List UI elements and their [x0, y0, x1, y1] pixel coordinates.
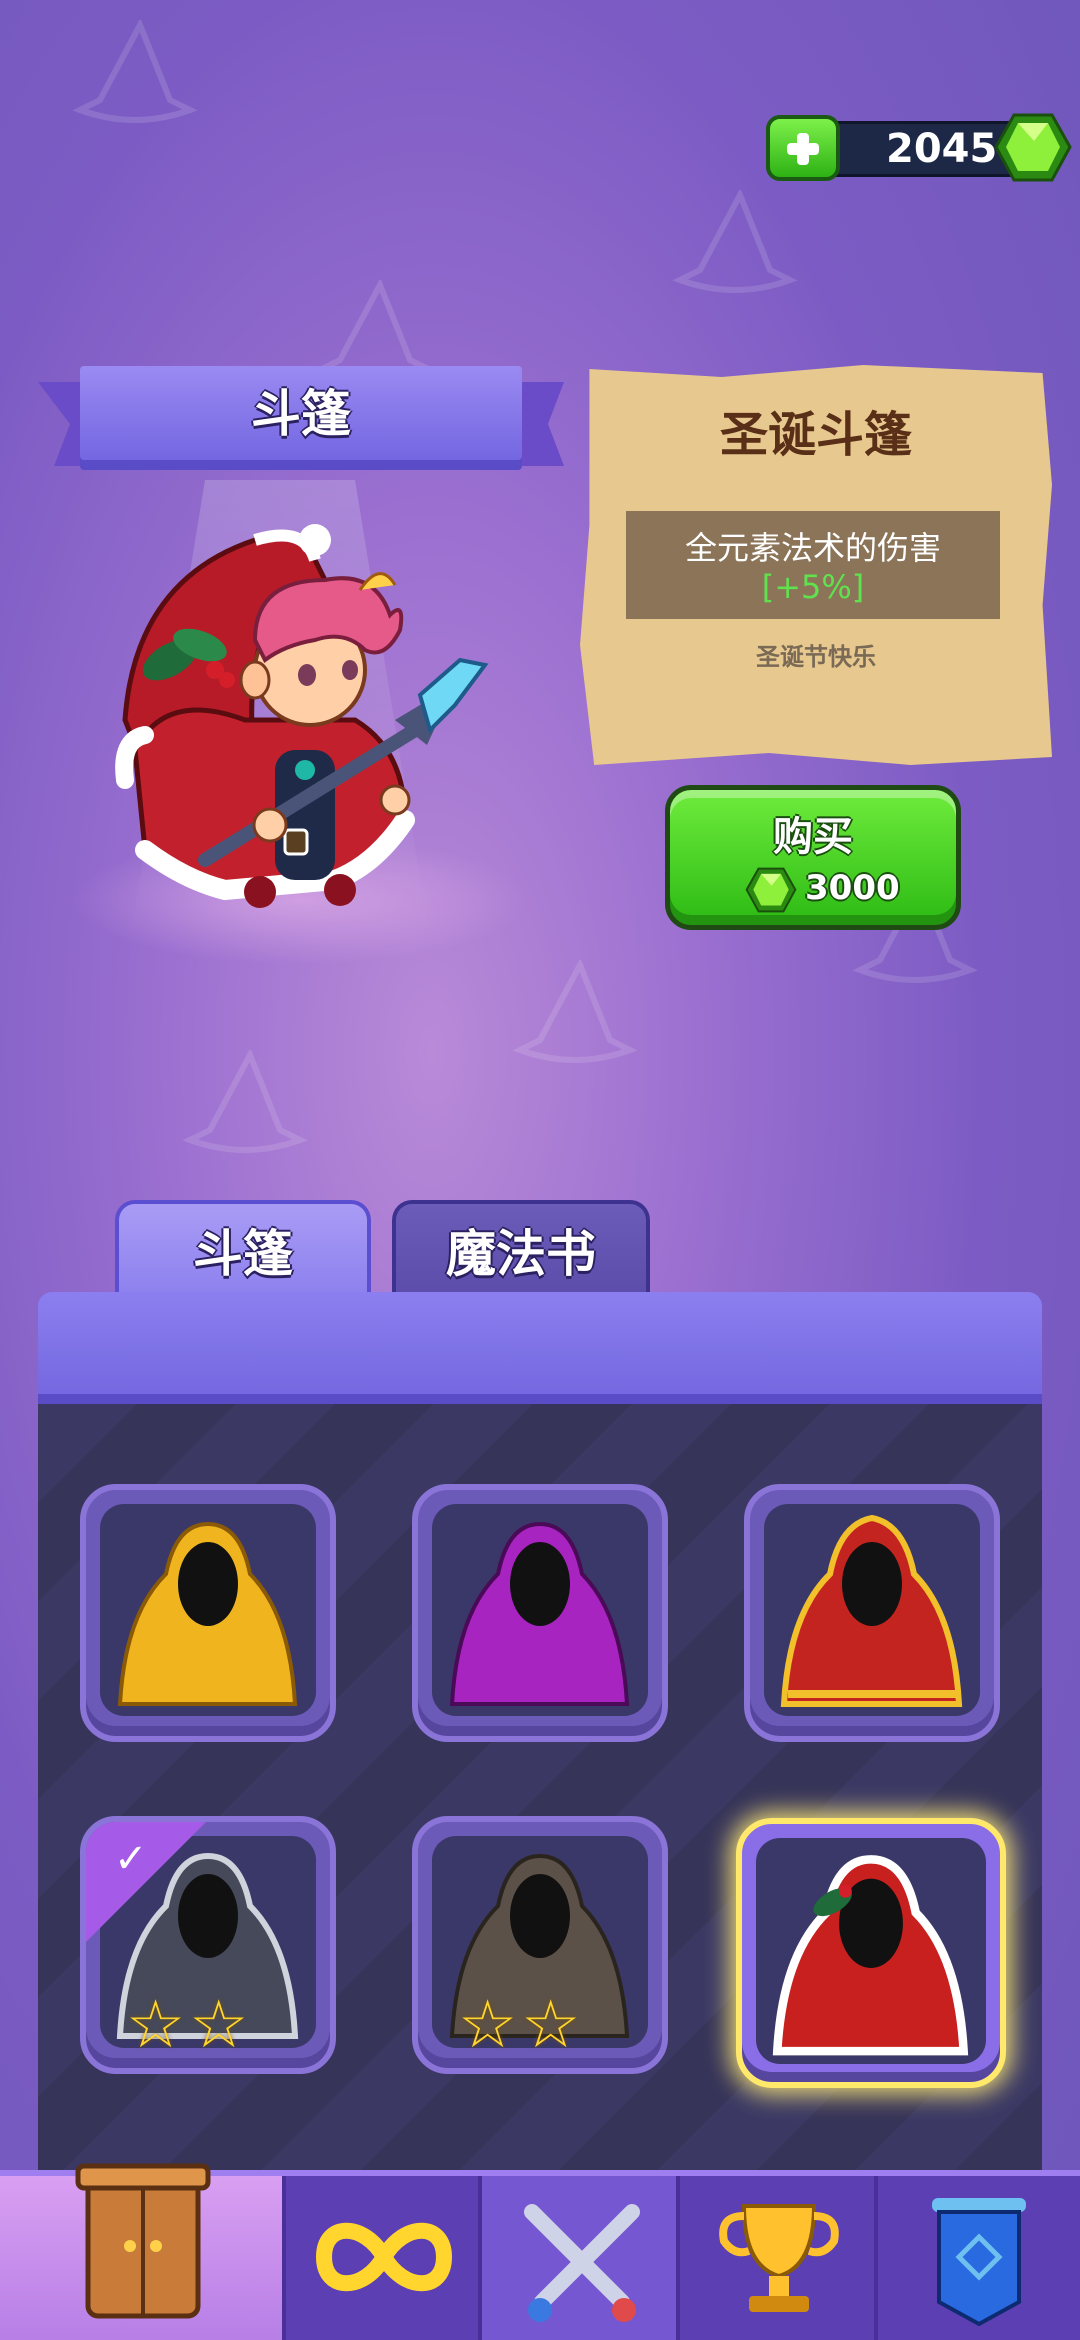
- purple-cloak-icon: [449, 1521, 630, 1706]
- bottom-navigation: [0, 2163, 1080, 2340]
- wardrobe-icon: [75, 2163, 211, 2319]
- cloak-slot-red-gold[interactable]: [744, 1484, 1000, 1742]
- cloak-slot-brown[interactable]: ☆☆: [412, 1816, 668, 2074]
- nav-endless[interactable]: [286, 2176, 482, 2340]
- cloak-slot-christmas[interactable]: [736, 1818, 1006, 2088]
- wizard-character: [115, 524, 489, 908]
- background-hat-icon: [512, 960, 638, 1063]
- star-rating: ☆☆: [126, 1986, 253, 2063]
- item-flavor-text: 圣诞节快乐: [756, 643, 876, 671]
- nav-wardrobe[interactable]: [0, 2163, 286, 2340]
- background-hat-icon: [72, 20, 198, 123]
- buy-price: 3000: [805, 868, 900, 908]
- gem-icon: [745, 867, 797, 913]
- christmas-cloak-icon: [772, 1855, 969, 2056]
- category-title: 斗篷: [251, 385, 351, 443]
- background-hat-icon: [672, 190, 798, 293]
- yellow-cloak-icon: [117, 1521, 298, 1706]
- category-banner: 斗篷: [38, 360, 564, 490]
- effect-bonus: [+5%]: [761, 568, 865, 606]
- nav-guild[interactable]: [878, 2176, 1080, 2340]
- crossed-swords-icon: [524, 2204, 640, 2322]
- gem-count: 2045: [886, 126, 998, 172]
- effect-box: 全元素法术的伤害 [+5%]: [626, 511, 1000, 619]
- banner-icon: [932, 2198, 1026, 2327]
- buy-button[interactable]: 购买 3000: [665, 785, 961, 930]
- trophy-icon: [719, 2204, 839, 2312]
- tab-spellbook[interactable]: 魔法书: [392, 1200, 650, 1300]
- item-name: 圣诞斗篷: [719, 407, 912, 463]
- gem-icon: [994, 113, 1072, 182]
- nav-leaderboard[interactable]: [680, 2176, 878, 2340]
- buy-button-label: 购买: [773, 814, 853, 860]
- cloak-slot-purple[interactable]: [412, 1484, 668, 1742]
- item-info-content: 圣诞斗篷 全元素法术的伤害 [+5%] 圣诞节快乐: [580, 365, 1052, 765]
- checkmark-icon: ✓: [114, 1836, 148, 1882]
- nav-battle[interactable]: [482, 2176, 680, 2340]
- inventory-panel-header: [38, 1292, 1042, 1404]
- infinity-icon: [315, 2222, 453, 2292]
- background-hat-icon: [182, 1050, 308, 1153]
- cloak-slot-grey-white[interactable]: ✓ ☆☆: [80, 1816, 336, 2074]
- effect-description: 全元素法术的伤害: [684, 529, 941, 567]
- star-rating: ☆☆: [458, 1986, 585, 2063]
- red-gold-cloak-icon: [780, 1514, 963, 1707]
- currency-bar: 2045: [766, 111, 1072, 184]
- cloak-slot-yellow[interactable]: [80, 1484, 336, 1742]
- plus-icon[interactable]: [766, 115, 840, 181]
- tab-cloak[interactable]: 斗篷: [115, 1200, 371, 1300]
